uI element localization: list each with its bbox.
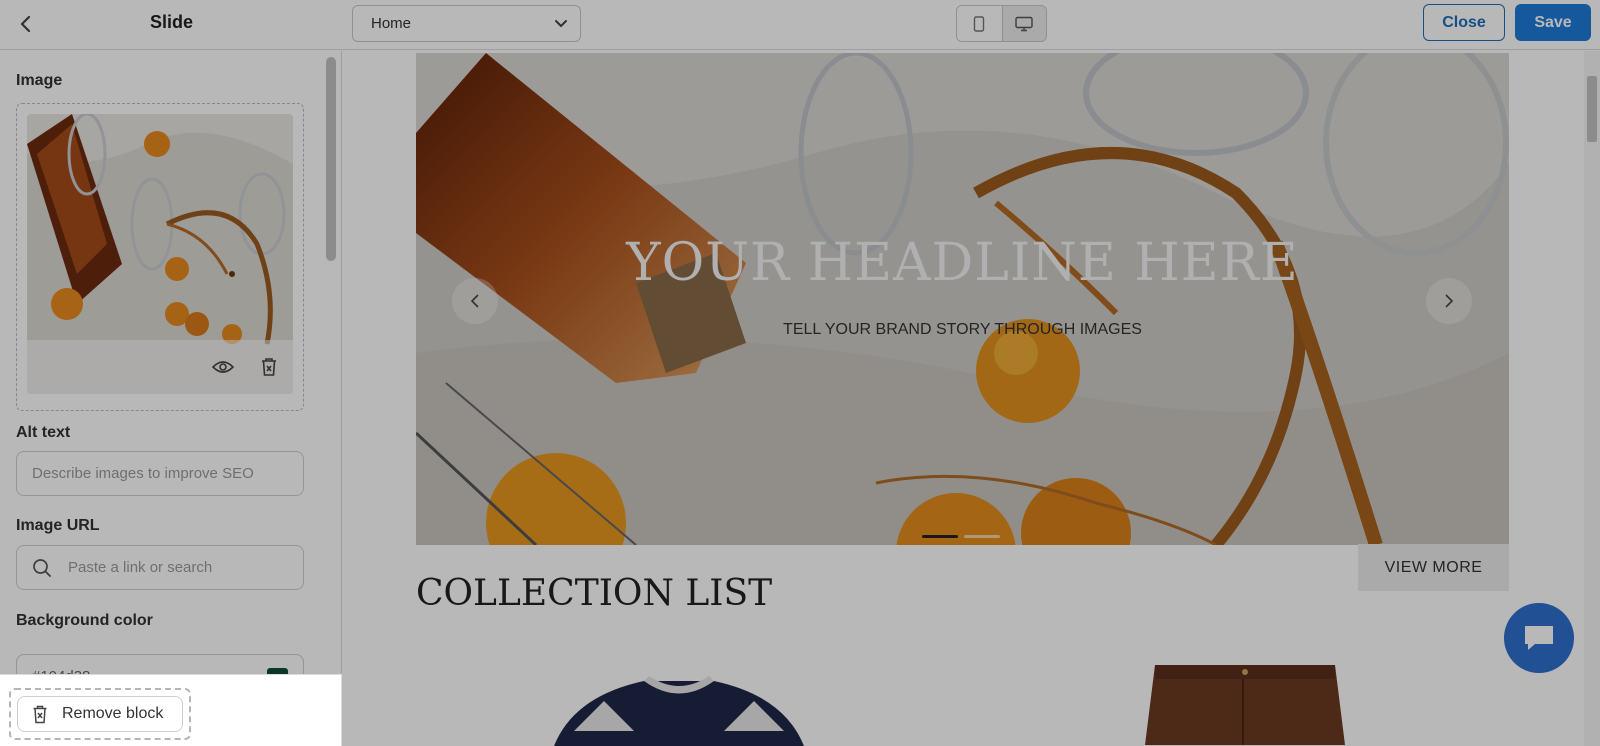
search-icon: [32, 557, 54, 579]
chevron-right-icon: [1445, 294, 1454, 308]
desktop-icon: [1015, 16, 1033, 31]
remove-block-label: Remove block: [62, 705, 164, 722]
top-bar: Slide Home Close Save: [0, 0, 1600, 50]
alt-text-placeholder: Describe images to improve SEO: [32, 465, 254, 482]
sidebar-scrollbar[interactable]: [326, 57, 336, 261]
sidebar-footer: Remove block: [0, 674, 342, 746]
desktop-view-button[interactable]: [1001, 6, 1046, 41]
alt-text-label: Alt text: [16, 424, 71, 441]
chat-button[interactable]: [1504, 603, 1574, 673]
panel-title: Slide: [150, 12, 194, 32]
slider-dot[interactable]: [964, 535, 1000, 538]
collection-list-title: COLLECTION LIST: [416, 573, 773, 614]
image-url-placeholder: Paste a link or search: [68, 559, 213, 576]
hero-slideshow: YOUR HEADLINE HERE TELL YOUR BRAND STORY…: [416, 53, 1509, 545]
product-image-pants: [1145, 665, 1345, 745]
page-select-value: Home: [371, 15, 412, 32]
image-url-input[interactable]: Paste a link or search: [16, 545, 304, 590]
settings-sidebar: Image Alt text Describe images to improv…: [0, 51, 342, 674]
store-preview: YOUR HEADLINE HERE TELL YOUR BRAND STORY…: [342, 51, 1600, 746]
thumbnail-actions: [27, 340, 293, 394]
remove-icon: [33, 705, 47, 723]
hero-image: [416, 53, 1509, 545]
device-toggle: [956, 5, 1047, 42]
image-url-label: Image URL: [16, 517, 100, 534]
page-select[interactable]: Home: [352, 5, 581, 42]
background-color-label: Background color: [16, 612, 153, 629]
preview-scrollbar[interactable]: [1584, 51, 1600, 746]
mobile-view-button[interactable]: [957, 6, 1002, 41]
chevron-down-icon: [555, 19, 567, 27]
image-label: Image: [16, 72, 63, 89]
delete-icon: [262, 358, 276, 376]
back-button[interactable]: [14, 12, 38, 36]
product-image-sweater: [554, 676, 804, 746]
chevron-left-icon: [470, 294, 479, 308]
slider-next-button[interactable]: [1426, 278, 1472, 324]
preview-image-button[interactable]: [211, 355, 235, 379]
view-more-button[interactable]: VIEW MORE: [1358, 544, 1509, 591]
back-arrow-icon: [20, 15, 31, 33]
image-thumbnail: [27, 114, 293, 394]
hero-headline: YOUR HEADLINE HERE: [626, 233, 1299, 293]
remove-block-button[interactable]: Remove block: [17, 696, 183, 732]
close-button[interactable]: Close: [1423, 4, 1505, 41]
delete-image-button[interactable]: [257, 355, 281, 379]
alt-text-input[interactable]: Describe images to improve SEO: [16, 451, 304, 496]
preview-scrollbar-thumb[interactable]: [1587, 76, 1597, 142]
eye-icon: [212, 361, 234, 373]
chat-icon: [1525, 626, 1553, 650]
mobile-icon: [974, 15, 985, 32]
focus-ring: Remove block: [9, 688, 191, 740]
slider-dot-active[interactable]: [922, 535, 958, 538]
hero-subheadline: TELL YOUR BRAND STORY THROUGH IMAGES: [783, 321, 1142, 338]
background-color-input[interactable]: #104d38: [16, 654, 304, 674]
slider-prev-button[interactable]: [452, 278, 498, 324]
image-picker[interactable]: [16, 103, 304, 411]
save-button[interactable]: Save: [1515, 4, 1591, 41]
